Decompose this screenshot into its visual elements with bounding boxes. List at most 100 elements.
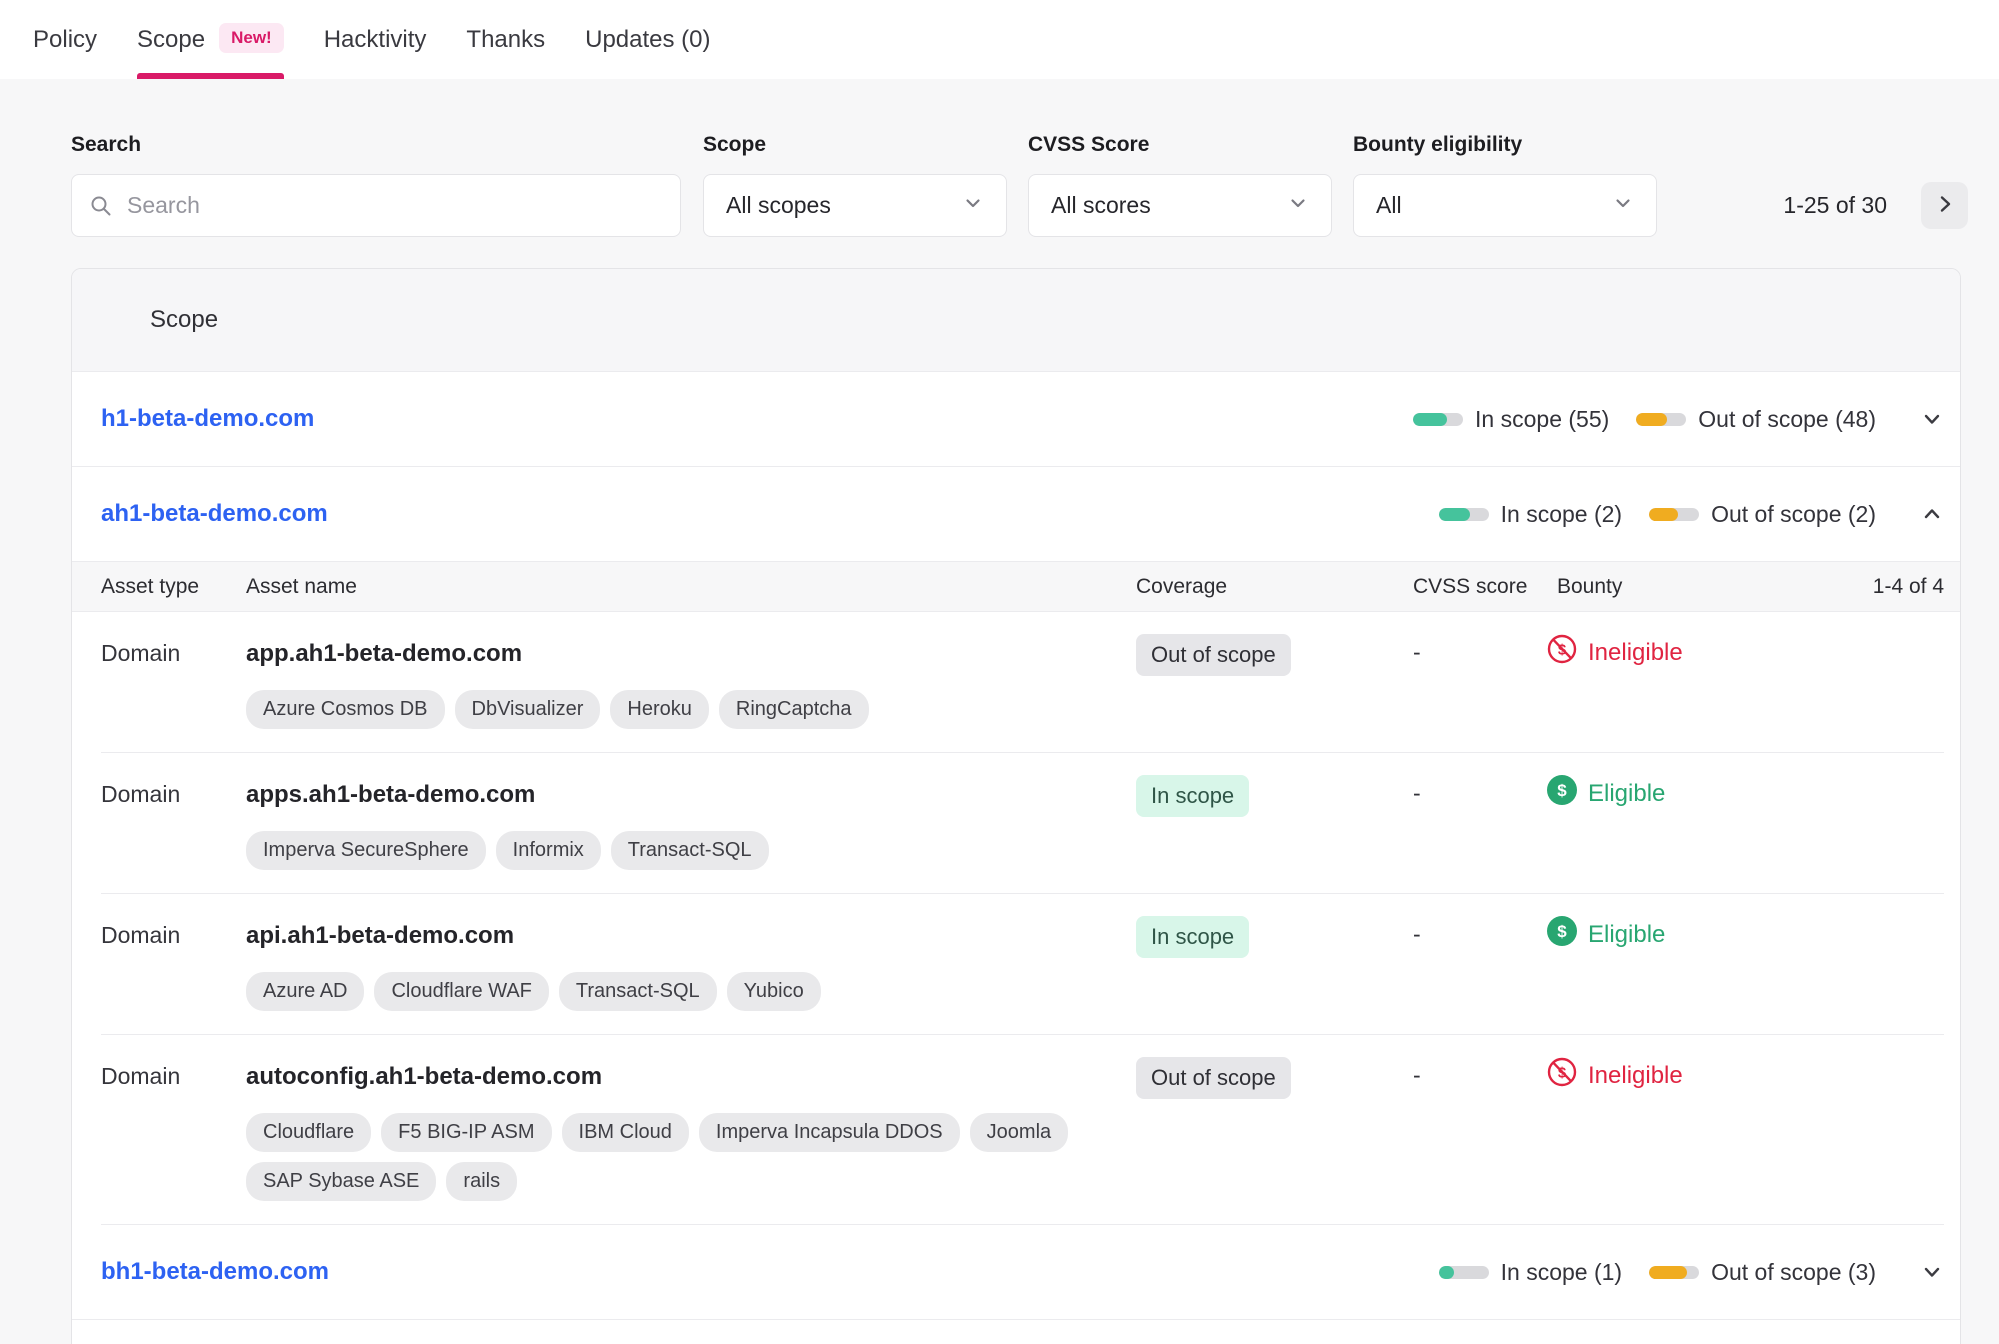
tab-scope[interactable]: Scope New! — [137, 0, 284, 79]
next-page-button[interactable] — [1921, 182, 1968, 229]
coverage-badge: In scope — [1136, 916, 1250, 958]
coverage-badge: Out of scope — [1136, 634, 1291, 676]
tab-policy[interactable]: Policy — [33, 0, 97, 79]
bounty-status: $ $ Ineligible — [1547, 1057, 1944, 1094]
cvss-filter-select[interactable]: All scores — [1028, 174, 1332, 237]
technology-tag: RingCaptcha — [718, 690, 869, 729]
in-scope-meter-fill — [1438, 507, 1470, 521]
asset-tags: Cloudflare F5 BIG-IP ASM IBM Cloud Imperva … — [246, 1113, 1106, 1201]
technology-tag: Joomla — [969, 1113, 1069, 1152]
tab-thanks[interactable]: Thanks — [466, 0, 545, 79]
technology-tag: Cloudflare WAF — [374, 972, 549, 1011]
group-domain-link[interactable]: h1-beta-demo.com — [101, 405, 314, 433]
new-badge: New! — [219, 22, 284, 53]
asset-row: Domain apps.ah1-beta-demo.com Imperva Se… — [72, 753, 1960, 894]
cvss-filter-label: CVSS Score — [1028, 133, 1150, 156]
scope-panel: Scope h1-beta-demo.com In scope (55) Out… — [71, 268, 1961, 1344]
technology-tag: rails — [446, 1162, 518, 1201]
cvss-value: - — [1413, 921, 1421, 947]
technology-tag: SAP Sybase ASE — [246, 1162, 437, 1201]
technology-tag: Azure AD — [246, 972, 365, 1011]
scope-filter-label: Scope — [703, 133, 767, 156]
bounty-ineligible-icon: $ — [1547, 634, 1577, 671]
tab-hacktivity[interactable]: Hacktivity — [324, 0, 427, 79]
bounty-label: Eligible — [1588, 779, 1666, 807]
technology-tag: Cloudflare — [246, 1113, 372, 1152]
search-input[interactable] — [71, 174, 681, 237]
asset-type: Domain — [101, 1063, 181, 1089]
in-scope-label: In scope (2) — [1500, 500, 1623, 527]
technology-tag: DbVisualizer — [454, 690, 601, 729]
tab-policy-label: Policy — [33, 25, 98, 53]
cvss-filter-value: All scores — [1051, 192, 1151, 218]
coverage-header: Coverage — [1136, 574, 1228, 598]
group-expand-chevron-icon[interactable] — [1920, 407, 1944, 431]
tab-scope-label: Scope — [137, 25, 206, 53]
tab-thanks-label: Thanks — [466, 25, 546, 53]
asset-row: Domain autoconfig.ah1-beta-demo.com Clou… — [72, 1035, 1960, 1225]
scope-groups: h1-beta-demo.com In scope (55) Out of sc… — [72, 372, 1960, 1320]
out-of-scope-meter-fill — [1649, 1265, 1687, 1279]
in-scope-label: In scope (1) — [1500, 1258, 1623, 1285]
out-of-scope-label: Out of scope (48) — [1698, 405, 1876, 432]
search-label: Search — [71, 133, 142, 156]
technology-tag: Yubico — [726, 972, 821, 1011]
filter-bar: Search Scope All scopes CVSS Score All s… — [0, 79, 1999, 268]
svg-text:$: $ — [1557, 922, 1567, 941]
chevron-down-icon — [962, 192, 984, 220]
bounty-filter-value: All — [1376, 192, 1402, 218]
search-icon — [89, 194, 113, 223]
out-of-scope-meter — [1636, 412, 1687, 426]
technology-tag: Transact-SQL — [610, 831, 769, 870]
asset-name-header: Asset name — [246, 574, 357, 598]
asset-type: Domain — [101, 922, 181, 948]
program-nav: Policy Scope New! Hacktivity Thanks Upda… — [0, 0, 1999, 79]
asset-type: Domain — [101, 640, 181, 666]
asset-name: apps.ah1-beta-demo.com — [246, 781, 536, 808]
scope-filter-select[interactable]: All scopes — [703, 174, 1007, 237]
technology-tag: Heroku — [610, 690, 709, 729]
group-domain-link[interactable]: bh1-beta-demo.com — [101, 1258, 329, 1286]
bounty-status: $ $ Eligible — [1547, 775, 1944, 812]
scope-panel-title: Scope — [150, 306, 219, 333]
bounty-eligible-icon: $ — [1547, 775, 1577, 812]
in-scope-label: In scope (55) — [1475, 405, 1610, 432]
group-expand-chevron-icon[interactable] — [1920, 502, 1944, 526]
group-domain-link[interactable]: ah1-beta-demo.com — [101, 500, 328, 528]
bounty-label: Ineligible — [1588, 638, 1683, 666]
technology-tag: F5 BIG-IP ASM — [381, 1113, 552, 1152]
tab-updates[interactable]: Updates (0) — [585, 0, 710, 79]
cvss-value: - — [1413, 639, 1421, 665]
asset-type-header: Asset type — [101, 574, 200, 598]
in-scope-meter — [1413, 412, 1464, 426]
technology-tag: Imperva SecureSphere — [246, 831, 486, 870]
technology-tag: Azure Cosmos DB — [246, 690, 445, 729]
scope-group-row[interactable]: h1-beta-demo.com In scope (55) Out of sc… — [72, 372, 1960, 467]
out-of-scope-meter — [1649, 1265, 1700, 1279]
bounty-eligible-icon: $ — [1547, 916, 1577, 953]
coverage-badge: In scope — [1136, 775, 1250, 817]
asset-tags: Imperva SecureSphere Informix Transact-SQL — [246, 831, 1106, 870]
technology-tag: IBM Cloud — [561, 1113, 689, 1152]
in-scope-meter — [1438, 507, 1489, 521]
asset-tags: Azure Cosmos DB DbVisualizer Heroku RingCap… — [246, 690, 1106, 729]
bounty-header: Bounty — [1557, 574, 1623, 598]
bounty-status: $ $ Ineligible — [1547, 634, 1944, 671]
pagination-range: 1-25 of 30 — [1783, 192, 1887, 218]
coverage-badge: Out of scope — [1136, 1057, 1291, 1099]
cvss-value: - — [1413, 780, 1421, 806]
scope-group-row[interactable]: ah1-beta-demo.com In scope (2) Out of sc… — [72, 467, 1960, 562]
out-of-scope-meter-fill — [1649, 507, 1679, 521]
cvss-header: CVSS score — [1413, 574, 1528, 598]
bounty-filter-select[interactable]: All — [1353, 174, 1657, 237]
bounty-filter-label: Bounty eligibility — [1353, 133, 1523, 156]
out-of-scope-meter — [1649, 507, 1700, 521]
scope-panel-header: Scope — [72, 269, 1960, 372]
asset-tags: Azure AD Cloudflare WAF Transact-SQL Yubico — [246, 972, 1106, 1011]
scope-group-row[interactable]: bh1-beta-demo.com In scope (1) Out of sc… — [72, 1225, 1960, 1320]
group-expand-chevron-icon[interactable] — [1920, 1260, 1944, 1284]
asset-pagination-range: 1-4 of 4 — [1872, 574, 1944, 598]
bounty-label: Ineligible — [1588, 1061, 1683, 1089]
cvss-value: - — [1413, 1062, 1421, 1088]
scope-filter-value: All scopes — [726, 192, 831, 218]
